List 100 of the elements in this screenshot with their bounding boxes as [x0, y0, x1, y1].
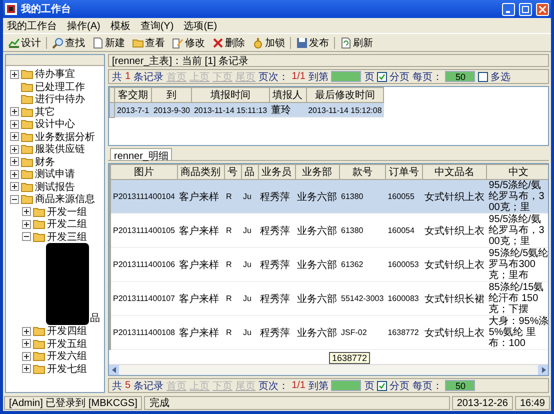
tree-item[interactable]: 业务数据分析 — [35, 130, 95, 144]
toolbar-button[interactable]: 新建 — [90, 36, 127, 50]
menu-item[interactable]: 模板 — [110, 18, 130, 32]
toolbar-button[interactable]: 删除 — [210, 36, 247, 50]
goto-page-field[interactable] — [331, 71, 362, 82]
expand-icon[interactable] — [22, 364, 31, 374]
goto-page-field[interactable] — [331, 380, 362, 391]
toolbar-button[interactable]: 查找 — [50, 36, 87, 50]
table-row[interactable]: 2013-7-1 2013-9-30 2013-11-14 15:11:13 董玲 2013-11-14 15:12:08 — [110, 102, 384, 118]
column-header[interactable]: 客交期 — [114, 88, 152, 102]
column-header[interactable]: 中文 — [486, 164, 548, 180]
table-cell: 2013-9-30 — [152, 102, 192, 118]
tree-item[interactable]: 待办事宜 — [35, 67, 75, 82]
column-header[interactable]: 号 — [224, 164, 241, 180]
expand-icon[interactable] — [22, 207, 31, 216]
tree-item[interactable]: 开发五组 — [47, 336, 87, 351]
close-button[interactable] — [536, 2, 549, 16]
checkbox[interactable] — [478, 72, 488, 82]
column-header[interactable]: 业务部 — [295, 164, 339, 180]
per-page-field[interactable]: 50 — [445, 380, 476, 391]
table-cell: 女式针织上衣 — [422, 180, 487, 214]
toolbar-button[interactable]: 加锁 — [250, 36, 287, 50]
column-header[interactable]: 到 — [152, 88, 192, 102]
toolbar-button[interactable]: 发布 — [294, 36, 331, 50]
table-cell: R — [224, 214, 241, 248]
collapse-icon[interactable] — [22, 232, 31, 242]
tree-item[interactable]: 商品来源信息 — [35, 192, 95, 206]
column-header[interactable]: 图片 — [110, 164, 177, 180]
page-number: 1/1 — [292, 71, 306, 82]
per-page-field[interactable]: 50 — [445, 71, 476, 82]
expand-icon[interactable] — [10, 182, 19, 192]
expand-icon[interactable] — [22, 339, 31, 348]
column-header[interactable]: 品 — [241, 164, 258, 180]
checkbox[interactable] — [377, 72, 388, 82]
goto-label: 到第 — [308, 380, 328, 392]
tree-item[interactable]: 已处理工作 — [35, 80, 85, 94]
toolbar-button[interactable]: 刷新 — [338, 36, 375, 50]
tree-item[interactable]: 开发四组 — [47, 324, 87, 338]
table-cell: P2013111400106 — [110, 248, 177, 282]
table-cell: R — [224, 180, 241, 214]
column-header[interactable]: 商品类别 — [177, 164, 224, 180]
table-row[interactable]: P2013111400108 客户来样 R Ju 程秀萍 业务六部 JSF-02 1638772 女式针织上衣 大身：95%涤5%氨纶 里布：100 — [110, 316, 548, 350]
tree-item[interactable]: 开发二组 — [47, 217, 87, 232]
table-cell: 2013-11-14 15:11:13 — [192, 102, 270, 118]
right-arrow-icon[interactable] — [540, 367, 546, 373]
toolbar-button[interactable]: 修改 — [170, 36, 207, 50]
table-cell: P2013111400105 — [110, 214, 177, 248]
checkbox[interactable] — [377, 380, 388, 390]
window-title: 我的工作台 — [21, 2, 71, 16]
checkbox-label: 多选 — [490, 70, 510, 84]
tree-item[interactable]: 开发一组 — [47, 204, 87, 219]
table-row[interactable]: P2013111400106 客户来样 R Ju 程秀萍 业务六部 61362 1600053 女式针织上衣 95涤纶/5氨纶罗马布300克；里布 — [110, 248, 548, 282]
column-header[interactable]: 最后修改时间 — [306, 88, 384, 102]
page-label: 页次： — [258, 380, 289, 392]
collapse-icon[interactable] — [10, 194, 19, 204]
tree-item[interactable]: 开发六组 — [47, 349, 87, 364]
tree-item[interactable]: 服装供应链 — [35, 142, 85, 156]
toolbar-button[interactable]: 设计 — [6, 36, 43, 50]
column-header[interactable]: 填报时间 — [192, 88, 270, 102]
table-cell: 95/5涤纶/氨纶罗马布，300克；里 — [486, 180, 548, 214]
column-header[interactable]: 中文品名 — [422, 164, 487, 180]
expand-icon[interactable] — [22, 326, 31, 336]
expand-icon[interactable] — [10, 120, 19, 129]
menu-item[interactable]: 选项(E) — [184, 18, 218, 32]
record-count: 5 — [125, 380, 131, 391]
expand-icon[interactable] — [10, 170, 19, 179]
left-arrow-icon[interactable] — [112, 367, 116, 373]
horizontal-scrollbar[interactable] — [109, 364, 548, 375]
tab[interactable]: renner_明细 — [110, 148, 172, 160]
expand-icon[interactable] — [10, 144, 19, 154]
tree-item[interactable]: 测试申请 — [35, 167, 75, 182]
minimize-button[interactable] — [502, 2, 515, 16]
table-cell: 业务六部 — [295, 248, 339, 282]
toolbar-button[interactable]: 查看 — [130, 36, 167, 50]
column-header[interactable]: 填报人 — [269, 88, 306, 102]
tree-item[interactable]: 测试报告 — [35, 180, 75, 194]
expand-icon[interactable] — [10, 157, 19, 166]
tooltip: 1638772 — [329, 352, 370, 364]
menu-item[interactable]: 操作(A) — [67, 18, 100, 32]
column-header[interactable]: 业务员 — [258, 164, 295, 180]
expand-icon[interactable] — [10, 132, 19, 142]
expand-icon[interactable] — [22, 352, 31, 361]
tree-item[interactable]: 开发七组 — [47, 362, 87, 376]
tree-item[interactable]: 财务 — [35, 154, 55, 169]
table-row[interactable]: P2013111400105 客户来样 R Ju 程秀萍 业务六部 61380 160054 女式针织上衣 95/5涤纶/氨纶罗马布，300克；里 — [110, 214, 548, 248]
column-header[interactable]: 款号 — [339, 164, 386, 180]
table-row[interactable]: P2013111400104 客户来样 R Ju 程秀萍 业务六部 61380 160055 女式针织上衣 95/5涤纶/氨纶罗马布，300克；里 — [110, 180, 548, 214]
tree-item[interactable]: 开发三组 — [47, 230, 87, 244]
column-header[interactable]: 订单号 — [386, 164, 423, 180]
folder-icon — [21, 119, 33, 130]
expand-icon[interactable] — [22, 220, 31, 229]
tree-item[interactable]: 其它 — [35, 104, 55, 119]
tree-item[interactable]: 进行中待办 — [35, 92, 85, 106]
menu-item[interactable]: 查询(Y) — [140, 18, 174, 32]
tree-item[interactable]: 设计中心 — [35, 117, 75, 132]
expand-icon[interactable] — [10, 107, 19, 116]
expand-icon[interactable] — [10, 70, 19, 79]
table-row[interactable]: P2013111400107 客户来样 R Ju 程秀萍 业务六部 55142-3003 1600083 女式针织长裙 85涤纶/15氨纶汗布 150克；下摆 — [110, 282, 548, 316]
maximize-button[interactable] — [519, 2, 532, 16]
menu-item[interactable]: 我的工作台 — [7, 18, 57, 32]
